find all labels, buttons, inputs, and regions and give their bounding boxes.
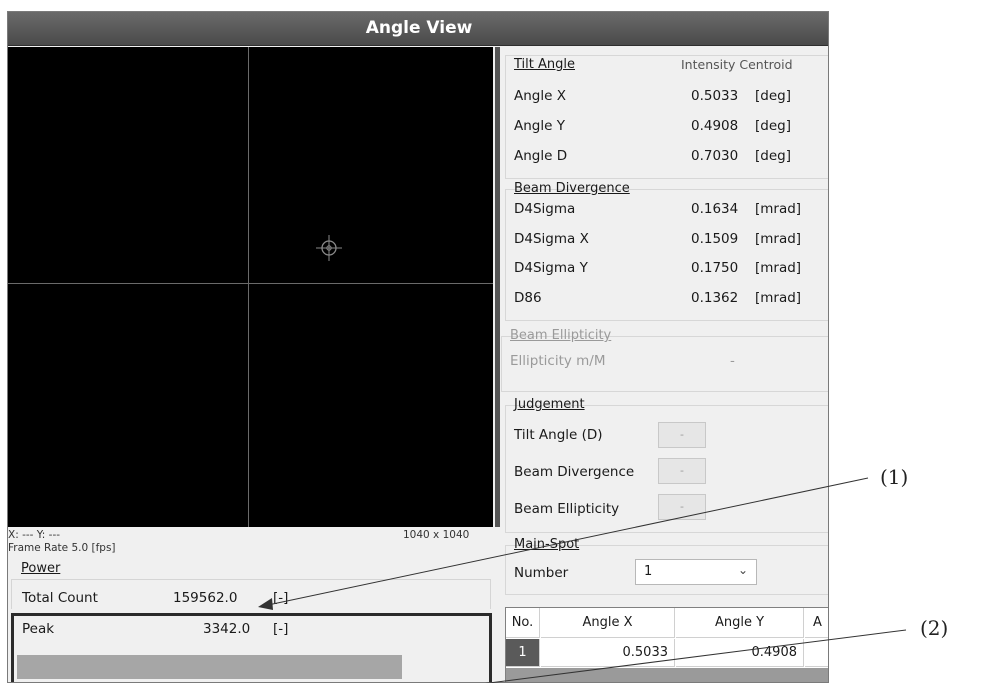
callout-arrows <box>258 477 907 683</box>
callout-2-line <box>484 629 907 683</box>
callout-label-2: (2) <box>920 616 949 640</box>
callout-label-1: (1) <box>880 465 909 489</box>
callout-1-line <box>267 477 869 606</box>
callout-1-arrowhead <box>258 598 273 610</box>
